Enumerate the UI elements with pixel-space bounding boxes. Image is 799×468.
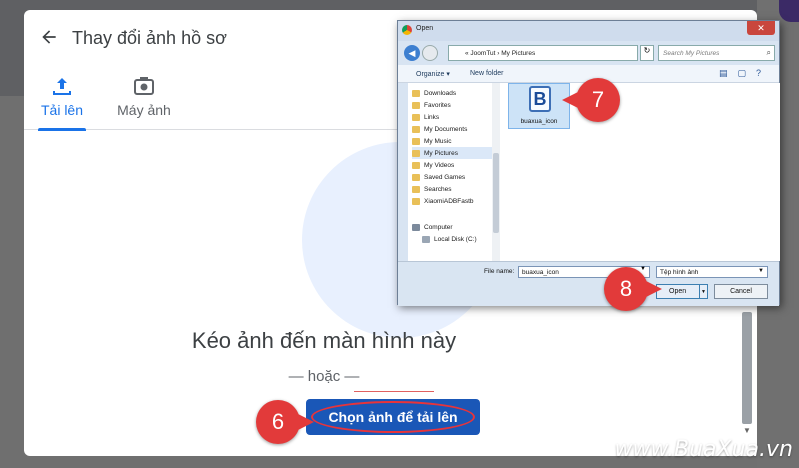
open-dialog-title: Open bbox=[416, 25, 434, 32]
search-icon: ⌕ bbox=[766, 48, 771, 57]
dialog-title: Thay đổi ảnh hồ sơ bbox=[72, 28, 227, 48]
address-bar-row: ◀ « JoomTut › My Pictures ↻ Search My Pi… bbox=[398, 41, 779, 65]
file-list: B buaxua_icon bbox=[500, 83, 780, 261]
close-button[interactable]: ✕ bbox=[747, 21, 775, 35]
disk-icon bbox=[422, 235, 430, 243]
scroll-down-icon[interactable]: ▼ bbox=[741, 426, 753, 436]
organize-button[interactable]: Organize ▾ bbox=[416, 70, 450, 78]
tab-upload[interactable]: Tải lên bbox=[38, 72, 86, 131]
folder-icon bbox=[412, 197, 420, 205]
folder-icon bbox=[412, 137, 420, 145]
close-icon: ✕ bbox=[757, 22, 765, 33]
annotation-highlight-ring bbox=[311, 401, 475, 433]
or-separator: — hoặc — bbox=[288, 368, 360, 385]
file-name: buaxua_icon bbox=[520, 118, 558, 125]
file-item[interactable]: B buaxua_icon bbox=[508, 83, 570, 129]
step-marker-6: 6 bbox=[256, 400, 314, 444]
folder-icon bbox=[412, 113, 420, 121]
nav-item-documents[interactable]: My Documents bbox=[412, 123, 467, 135]
folder-icon bbox=[412, 173, 420, 181]
camera-icon bbox=[134, 77, 154, 95]
cancel-button[interactable]: Cancel bbox=[714, 284, 768, 299]
search-input[interactable]: Search My Pictures ⌕ bbox=[658, 45, 775, 61]
file-type-select[interactable]: Tệp hình ảnh ▼ bbox=[656, 266, 768, 278]
image-file-icon: B bbox=[529, 86, 551, 112]
step-marker-7: 7 bbox=[562, 78, 620, 122]
nav-scrollbar[interactable] bbox=[492, 83, 500, 261]
refresh-icon: ↻ bbox=[643, 46, 651, 55]
open-dialog-titlebar: Open ✕ bbox=[398, 21, 779, 41]
nav-item-videos[interactable]: My Videos bbox=[412, 159, 454, 171]
arrow-left-icon: ◀ bbox=[408, 47, 416, 58]
nav-item-xiaomi[interactable]: XiaomiADBFastb bbox=[412, 195, 474, 207]
upload-icon bbox=[53, 78, 71, 95]
drag-drop-text: Kéo ảnh đến màn hình này bbox=[191, 328, 457, 353]
watermark: www.BuaXua.vn bbox=[614, 437, 793, 462]
tab-label: Máy ảnh bbox=[117, 102, 171, 118]
search-placeholder: Search My Pictures bbox=[663, 50, 720, 57]
open-dialog-footer: File name: buaxua_icon ▼ Tệp hình ảnh ▼ O… bbox=[398, 261, 779, 306]
folder-icon bbox=[412, 101, 420, 109]
file-name-label: File name: bbox=[484, 268, 515, 275]
chrome-icon bbox=[402, 25, 412, 35]
annotation-underline bbox=[354, 391, 434, 392]
nav-item-searches[interactable]: Searches bbox=[412, 183, 451, 195]
nav-item-computer[interactable]: Computer bbox=[412, 221, 453, 233]
chevron-down-icon[interactable]: ▼ bbox=[640, 266, 646, 272]
active-tab-indicator bbox=[38, 128, 86, 131]
computer-icon bbox=[412, 223, 420, 231]
folder-icon bbox=[412, 125, 420, 133]
new-folder-button[interactable]: New folder bbox=[470, 70, 503, 77]
folder-icon bbox=[412, 161, 420, 169]
back-button[interactable]: ◀ bbox=[404, 45, 420, 61]
nav-item-saved-games[interactable]: Saved Games bbox=[412, 171, 465, 183]
arrow-left-icon bbox=[42, 30, 56, 44]
nav-item-favorites[interactable]: Favorites bbox=[412, 99, 451, 111]
back-button[interactable] bbox=[36, 24, 62, 50]
folder-icon bbox=[412, 149, 420, 157]
step-marker-8: 8 bbox=[604, 267, 662, 311]
refresh-button[interactable]: ↻ bbox=[640, 45, 654, 61]
avatar[interactable] bbox=[779, 0, 799, 22]
scroll-thumb[interactable] bbox=[493, 153, 499, 233]
nav-item-downloads[interactable]: Downloads bbox=[412, 87, 456, 99]
nav-item-local-disk[interactable]: Local Disk (C:) bbox=[422, 233, 477, 245]
nav-item-pictures[interactable]: My Pictures bbox=[412, 147, 496, 159]
chevron-down-icon[interactable]: ▼ bbox=[699, 285, 707, 298]
address-bar[interactable]: « JoomTut › My Pictures bbox=[448, 45, 638, 61]
nav-item-music[interactable]: My Music bbox=[412, 135, 451, 147]
folder-icon bbox=[412, 185, 420, 193]
open-button[interactable]: Open ▼ bbox=[656, 284, 708, 299]
open-file-dialog: Open ✕ ◀ « JoomTut › My Pictures ↻ Searc… bbox=[397, 20, 780, 306]
chevron-down-icon: ▼ bbox=[758, 268, 764, 274]
tab-camera[interactable]: Máy ảnh bbox=[112, 72, 176, 130]
scrollbar[interactable] bbox=[742, 312, 752, 424]
view-options-icons[interactable]: ▤▢? bbox=[719, 68, 771, 79]
navigation-pane: Downloads Favorites Links My Documents M… bbox=[408, 83, 500, 261]
nav-item-links[interactable]: Links bbox=[412, 111, 439, 123]
tab-label: Tải lên bbox=[40, 102, 84, 118]
folder-icon bbox=[412, 89, 420, 97]
forward-button[interactable] bbox=[422, 45, 438, 61]
